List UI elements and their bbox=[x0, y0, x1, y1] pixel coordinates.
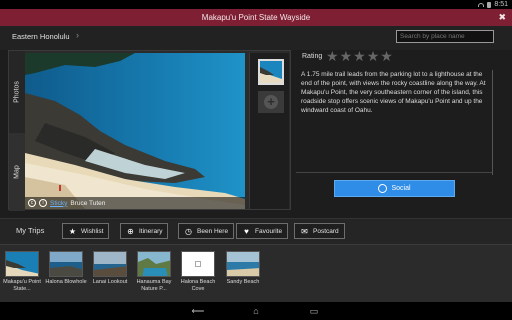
back-icon[interactable]: ⟵ bbox=[190, 306, 206, 317]
trip-strip: Makapu'u Point State... Halona Blowhole … bbox=[0, 244, 512, 302]
info-panel: Rating ★ ★ ★ ★ ★ A 1.75 mile trail leads… bbox=[296, 49, 504, 210]
title-bar: Makapu'u Point State Wayside ✖ bbox=[0, 9, 512, 26]
credit-link[interactable]: Sticky bbox=[50, 200, 67, 207]
status-time: 8:51 bbox=[494, 1, 508, 8]
star-icon-3[interactable]: ★ bbox=[353, 49, 366, 63]
photo-thumbnail[interactable] bbox=[258, 59, 284, 85]
search-input[interactable] bbox=[396, 30, 494, 43]
trip-thumbnail bbox=[5, 251, 39, 277]
trip-thumbnail bbox=[93, 251, 127, 277]
gallery-panel: Photos Map c i Sticky Bruce Tuten + bbox=[8, 50, 291, 211]
rating-stars[interactable]: ★ ★ ★ ★ ★ bbox=[326, 49, 393, 63]
postcard-icon: ✉ bbox=[301, 226, 308, 236]
itinerary-label: Itinerary bbox=[139, 227, 163, 235]
status-bar: 8:51 bbox=[0, 0, 512, 9]
social-button[interactable]: Social bbox=[334, 180, 455, 197]
rating-label: Rating bbox=[302, 53, 323, 60]
trip-item[interactable]: Halona Blowhole bbox=[45, 251, 87, 286]
trip-thumbnail bbox=[137, 251, 171, 277]
social-icon bbox=[378, 184, 388, 193]
trip-name: Lanai Lookout bbox=[92, 279, 128, 285]
been-here-button[interactable]: ◷ Been Here bbox=[178, 223, 235, 239]
tab-photos[interactable]: Photos bbox=[9, 51, 25, 133]
trip-name: Makapu'u Point State... bbox=[3, 279, 41, 292]
star-icon-1[interactable]: ★ bbox=[326, 49, 339, 63]
thumbnail-image bbox=[260, 61, 282, 83]
star-icon-5[interactable]: ★ bbox=[380, 49, 393, 63]
divider bbox=[296, 172, 492, 173]
place-description: A 1.75 mile trail leads from the parking… bbox=[301, 70, 493, 175]
postcard-button[interactable]: ✉ Postcard bbox=[294, 223, 345, 239]
star-icon-2[interactable]: ★ bbox=[340, 49, 353, 63]
app-root: 8:51 Makapu'u Point State Wayside ✖ East… bbox=[0, 0, 512, 320]
add-photo-button[interactable]: + bbox=[258, 91, 284, 113]
trip-item[interactable]: Lanai Lookout bbox=[89, 251, 131, 286]
itinerary-button[interactable]: ⊕ Itinerary bbox=[120, 223, 169, 239]
credit-author: Bruce Tuten bbox=[70, 199, 106, 207]
plus-circle-icon: ⊕ bbox=[127, 226, 134, 236]
wifi-icon bbox=[478, 2, 485, 7]
tab-photos-label: Photos bbox=[13, 81, 21, 103]
trip-item[interactable]: Hanauma Bay Nature P... bbox=[133, 251, 175, 293]
trip-item[interactable]: Halona Beach Cove bbox=[177, 251, 219, 293]
favourite-label: Favourite bbox=[255, 227, 283, 235]
page-title: Makapu'u Point State Wayside bbox=[201, 13, 311, 22]
main-photo[interactable]: c i Sticky Bruce Tuten bbox=[25, 53, 245, 209]
wishlist-button[interactable]: ★ Wishlist bbox=[62, 223, 110, 239]
favourite-button[interactable]: ♥ Favourite bbox=[236, 223, 289, 239]
photo-credit: c i Sticky Bruce Tuten bbox=[25, 197, 245, 209]
trip-name: Hanauma Bay Nature P... bbox=[136, 279, 172, 292]
trip-name: Halona Blowhole bbox=[45, 279, 87, 285]
star-icon: ★ bbox=[68, 226, 77, 236]
chevron-right-icon[interactable]: › bbox=[76, 30, 79, 40]
coastline-photo bbox=[25, 53, 245, 209]
tab-map[interactable]: Map bbox=[9, 133, 25, 211]
home-icon[interactable]: ⌂ bbox=[248, 306, 264, 316]
trip-name: Halona Beach Cove bbox=[180, 279, 216, 292]
clock-icon: ◷ bbox=[185, 226, 192, 236]
trips-toolbar: My Trips ★ Wishlist ⊕ Itinerary ◷ Been H… bbox=[0, 218, 512, 244]
social-button-label: Social bbox=[391, 185, 411, 192]
star-icon-4[interactable]: ★ bbox=[367, 49, 380, 63]
postcard-label: Postcard bbox=[313, 227, 339, 235]
trip-thumbnail bbox=[226, 251, 260, 277]
region-breadcrumb[interactable]: Eastern Honolulu bbox=[12, 32, 70, 41]
trip-item[interactable]: Sandy Beach bbox=[222, 251, 264, 286]
add-icon: + bbox=[264, 95, 278, 109]
been-here-label: Been Here bbox=[197, 227, 229, 235]
trip-name: Sandy Beach bbox=[226, 279, 260, 285]
attribution-icon: i bbox=[39, 199, 47, 207]
tab-map-label: Map bbox=[13, 165, 21, 179]
heart-icon: ♥ bbox=[244, 226, 249, 236]
trip-thumbnail bbox=[49, 251, 83, 277]
broken-image-icon bbox=[181, 251, 215, 277]
cc-license-icon: c bbox=[28, 199, 36, 207]
my-trips-label: My Trips bbox=[16, 226, 45, 235]
close-button[interactable]: ✖ bbox=[498, 9, 506, 26]
wishlist-label: Wishlist bbox=[81, 227, 104, 235]
recents-icon[interactable]: ▭ bbox=[306, 306, 322, 317]
battery-icon bbox=[487, 1, 492, 8]
trip-item[interactable]: Makapu'u Point State... bbox=[1, 251, 43, 293]
thumbnail-strip: + bbox=[249, 53, 289, 209]
system-navbar: ⟵ ⌂ ▭ bbox=[0, 302, 512, 320]
